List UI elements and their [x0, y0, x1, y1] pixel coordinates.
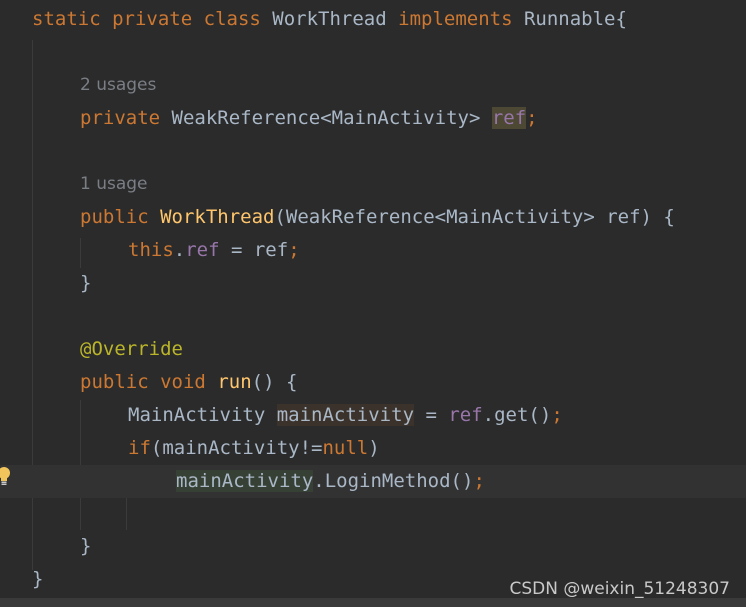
watermark: CSDN @weixin_51248307 [509, 579, 730, 599]
code-line-if-statement[interactable]: if(mainActivity!=null) [0, 432, 746, 465]
method-call: .get() [482, 404, 552, 426]
code-line-local-variable[interactable]: MainActivity mainActivity = ref.get(); [0, 399, 746, 432]
class-name: WorkThread [272, 8, 387, 30]
keyword-private: private [80, 107, 161, 129]
type-name: WeakReference<MainActivity> [171, 107, 481, 129]
constructor-name: WorkThread [160, 206, 275, 228]
keyword-if: if [128, 437, 151, 459]
close-brace: } [80, 535, 92, 557]
keyword-private: private [112, 8, 193, 30]
semicolon: ; [288, 239, 300, 261]
lightbulb-icon[interactable] [0, 466, 12, 486]
method-params: () { [251, 371, 298, 393]
keyword-public: public [80, 371, 149, 393]
type-name: MainActivity [128, 404, 266, 426]
keyword-class: class [203, 8, 261, 30]
local-variable: mainActivity [176, 470, 314, 492]
keyword-implements: implements [398, 8, 513, 30]
usages-hint[interactable]: 2 usages [80, 69, 156, 102]
constructor-params: (WeakReference<MainActivity> ref) { [274, 206, 675, 228]
code-line-constructor[interactable]: public WorkThread(WeakReference<MainActi… [0, 201, 746, 234]
keyword-null: null [322, 437, 369, 459]
code-line-current[interactable]: mainActivity.LoginMethod(); [0, 465, 746, 498]
field-ref: ref [448, 404, 483, 426]
field-ref: ref [491, 107, 527, 129]
usage-hint[interactable]: 1 usage [80, 168, 148, 201]
assignment: = [414, 404, 449, 426]
code-line-close-brace[interactable]: } [0, 267, 746, 300]
keyword-static: static [32, 8, 101, 30]
method-call: .LoginMethod() [313, 470, 474, 492]
semicolon: ; [551, 404, 563, 426]
code-editor[interactable]: static private class WorkThread implemen… [0, 0, 746, 607]
override-annotation: @Override [80, 338, 183, 360]
close-brace: } [32, 568, 44, 590]
code-line-assignment[interactable]: this.ref = ref; [0, 234, 746, 267]
code-line-annotation[interactable]: @Override [0, 333, 746, 366]
dot: . [173, 239, 186, 261]
code-line-run-method[interactable]: public void run() { [0, 366, 746, 399]
keyword-void: void [160, 371, 206, 393]
code-line-close-brace[interactable]: } [0, 530, 746, 563]
field-ref: ref [185, 239, 220, 261]
close-brace: } [80, 272, 92, 294]
semicolon: ; [473, 470, 485, 492]
code-line-field-declaration[interactable]: private WeakReference<MainActivity> ref; [0, 102, 746, 135]
local-variable: mainActivity [276, 404, 415, 426]
keyword-this: this [128, 239, 174, 261]
code-line-class-declaration[interactable]: static private class WorkThread implemen… [0, 3, 746, 36]
semicolon: ; [526, 107, 538, 129]
interface-name: Runnable{ [523, 8, 627, 30]
assignment: = ref [219, 239, 289, 261]
horizontal-scrollbar[interactable] [0, 598, 746, 607]
close-paren: ) [368, 437, 380, 459]
method-name: run [217, 371, 252, 393]
keyword-public: public [80, 206, 149, 228]
condition: (mainActivity!= [150, 437, 323, 459]
